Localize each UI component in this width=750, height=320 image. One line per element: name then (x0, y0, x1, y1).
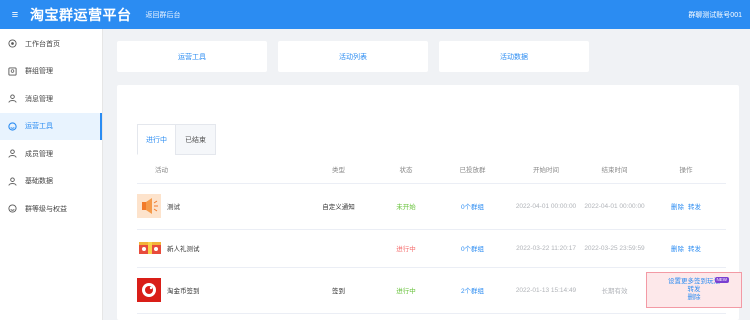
start-time: 2022-03-22 11:20:17 (509, 229, 583, 268)
start-time: 2022-01-13 15:14:49 (509, 267, 583, 314)
col-start-time: 开始时间 (509, 155, 583, 184)
signin-actions-box: NEW 设置更多签到玩法 转发 删除 (646, 272, 742, 308)
sidebar-item-operation-tools[interactable]: 运营工具 (0, 112, 102, 140)
menu-icon[interactable]: ≡ (4, 9, 26, 21)
new-badge: NEW (714, 277, 729, 283)
more-signin-options-link[interactable]: 设置更多签到玩法 (668, 278, 720, 286)
sidebar-item-messages[interactable]: 消息管理 (0, 85, 102, 113)
activity-status: 进行中 (376, 267, 436, 314)
sidebar-item-groups[interactable]: 群组管理 (0, 58, 102, 86)
tab-in-progress[interactable]: 进行中 (137, 124, 176, 155)
sidebar-item-dashboard[interactable]: 工作台首页 (0, 30, 102, 58)
user-icon (7, 176, 17, 186)
activity-cell: 新人礼测试 (137, 236, 301, 260)
actions-cell: 删除 转发 (646, 183, 726, 230)
top-header: ≡ 淘宝群运营平台 返回群后台 群聊测试账号001 (0, 0, 750, 29)
sidebar: 工作台首页 群组管理 消息管理 运营工具 成员管理 基础数据 群等级与权益 (0, 29, 103, 320)
delete-link[interactable]: 删除 (671, 246, 684, 253)
status-tabs: 进行中 已结束 (137, 124, 216, 155)
sidebar-item-label: 群组管理 (25, 68, 53, 76)
col-actions: 操作 (646, 155, 726, 184)
sidebar-item-group-level[interactable]: 群等级与权益 (0, 195, 102, 223)
smile-icon (7, 204, 17, 214)
start-time: 2022-04-01 00:00:00 (509, 183, 583, 230)
table-row: 淘金币签到 签到 进行中 2个群组 2022-01-13 15:14:49 长期… (137, 267, 742, 314)
col-type: 类型 (301, 155, 376, 184)
tab-ended[interactable]: 已结束 (175, 124, 216, 155)
forward-link[interactable]: 转发 (688, 286, 701, 294)
forward-link[interactable]: 转发 (688, 246, 701, 253)
forward-link[interactable]: 转发 (688, 204, 701, 211)
sidebar-item-label: 运营工具 (25, 123, 53, 131)
sidebar-item-label: 基础数据 (25, 178, 53, 186)
home-icon (7, 39, 17, 49)
sidebar-item-label: 群等级与权益 (25, 205, 67, 213)
activity-name: 新人礼测试 (167, 246, 200, 253)
activity-type (301, 229, 376, 268)
coin-icon (137, 278, 161, 302)
account-name[interactable]: 群聊测试账号001 (688, 10, 742, 20)
actions-cell: NEW 设置更多签到玩法 转发 删除 (646, 267, 742, 314)
card-operation-tools[interactable]: 运营工具 (117, 41, 267, 72)
activity-cell: 淘金币签到 (137, 278, 301, 302)
end-time: 2022-04-01 00:00:00 (583, 183, 646, 230)
table-row: 测试 自定义通知 未开始 0个群组 2022-04-01 00:00:00 20… (137, 183, 726, 230)
megaphone-icon (137, 194, 161, 218)
table-header-row: 活动 类型 状态 已投放群 开始时间 结束时间 操作 (137, 155, 726, 184)
smile-icon (7, 121, 17, 131)
table-row: 新人礼测试 进行中 0个群组 2022-03-22 11:20:17 2022-… (137, 229, 726, 268)
activity-name: 淘金币签到 (167, 288, 200, 295)
col-status: 状态 (376, 155, 436, 184)
group-count-link[interactable]: 0个群组 (436, 229, 509, 268)
delete-link[interactable]: 删除 (671, 204, 684, 211)
col-groups: 已投放群 (436, 155, 509, 184)
card-activity-list[interactable]: 活动列表 (278, 41, 428, 72)
activity-status: 进行中 (376, 229, 436, 268)
group-count-link[interactable]: 0个群组 (436, 183, 509, 230)
back-to-group-admin-link[interactable]: 返回群后台 (146, 10, 181, 20)
activity-type: 自定义通知 (301, 183, 376, 230)
gift-icon (137, 236, 162, 260)
col-end-time: 结束时间 (583, 155, 646, 184)
group-icon (7, 66, 17, 76)
delete-link[interactable]: 删除 (688, 294, 701, 302)
app-title: 淘宝群运营平台 (30, 6, 132, 23)
sidebar-item-label: 工作台首页 (25, 40, 60, 48)
activity-type: 签到 (301, 267, 376, 314)
activity-table: 活动 类型 状态 已投放群 开始时间 结束时间 操作 测试 自定义通知 未开始 … (137, 155, 742, 314)
end-time: 长期有效 (583, 267, 646, 314)
sidebar-item-members[interactable]: 成员管理 (0, 140, 102, 168)
sidebar-item-label: 消息管理 (25, 95, 53, 103)
card-activity-data[interactable]: 活动数据 (439, 41, 589, 72)
activity-cell: 测试 (137, 194, 301, 218)
activity-status: 未开始 (376, 183, 436, 230)
sidebar-item-label: 成员管理 (25, 150, 53, 158)
user-icon (7, 94, 17, 104)
user-icon (7, 149, 17, 159)
sidebar-item-basic-data[interactable]: 基础数据 (0, 168, 102, 196)
activity-name: 测试 (167, 204, 180, 211)
actions-cell: 删除 转发 (646, 229, 726, 268)
group-count-link[interactable]: 2个群组 (436, 267, 509, 314)
col-activity: 活动 (137, 155, 301, 184)
end-time: 2022-03-25 23:59:59 (583, 229, 646, 268)
